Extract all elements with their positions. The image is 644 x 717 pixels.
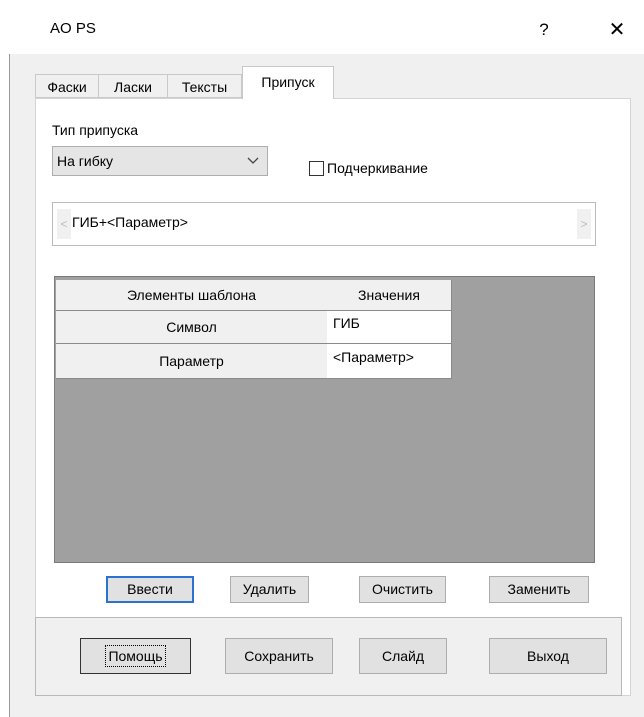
underline-checkbox[interactable] [309,161,324,176]
scroll-left-icon[interactable]: < [57,209,71,239]
grid-row-value[interactable]: ГИБ [327,311,452,344]
tab-laski[interactable]: Ласки [98,74,168,98]
delete-button[interactable]: Удалить [230,576,309,603]
allowance-type-label: Тип припуска [52,122,139,138]
help-button[interactable]: Помощь [80,638,191,674]
grid-header-elements: Элементы шаблона [56,280,328,311]
slide-button[interactable]: Слайд [359,638,447,674]
grid-row-element[interactable]: Параметр [56,344,328,379]
clear-button[interactable]: Очистить [359,576,446,603]
grid-header-values: Значения [327,280,452,311]
underline-label: Подчеркивание [327,160,428,176]
tab-teksty[interactable]: Тексты [167,74,242,98]
exit-button[interactable]: Выход [489,638,607,674]
help-icon[interactable]: ? [532,16,556,44]
help-button-label: Помощь [105,645,166,667]
allowance-type-select[interactable]: На гибку [52,146,268,176]
allowance-type-value: На гибку [57,153,114,169]
close-icon[interactable]: ✕ [603,16,631,44]
scroll-right-icon[interactable]: > [577,209,591,239]
replace-button[interactable]: Заменить [489,576,589,603]
tab-pripusk[interactable]: Припуск [242,66,334,99]
chevron-down-icon [247,147,259,184]
enter-button[interactable]: Ввести [106,576,194,603]
window-title: AO PS [50,20,96,37]
template-text: ГИБ+<Параметр> [72,214,188,230]
grid-row-value[interactable]: <Параметр> [327,344,452,379]
grid-row-element[interactable]: Символ [56,311,328,344]
save-button[interactable]: Сохранить [225,638,333,674]
tab-faski[interactable]: Фаски [35,74,99,98]
